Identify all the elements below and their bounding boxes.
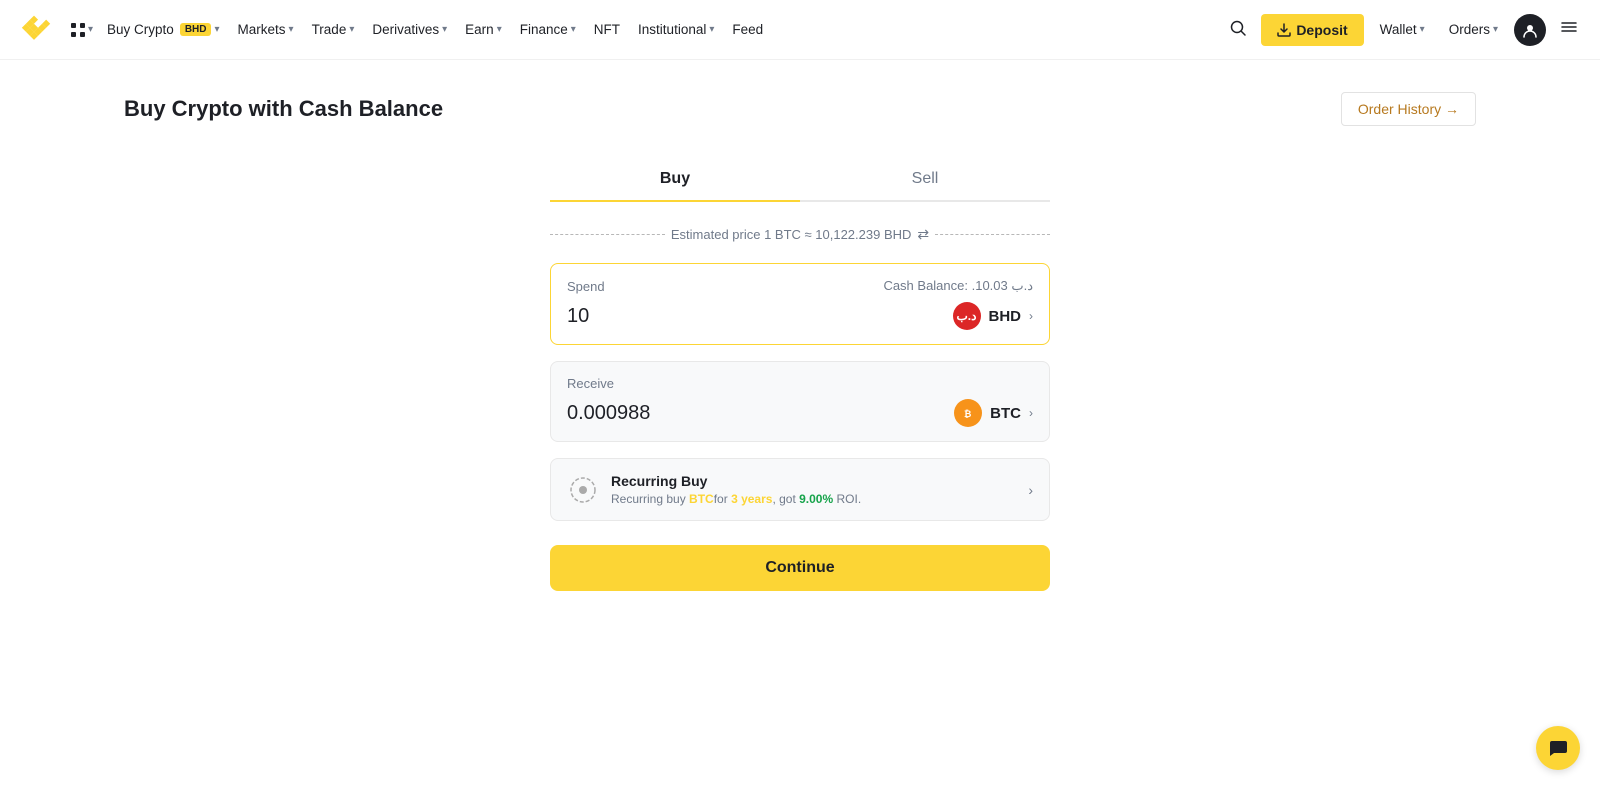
page-title: Buy Crypto with Cash Balance <box>124 96 443 122</box>
dashed-line-right <box>935 234 1050 235</box>
nav-feed[interactable]: Feed <box>724 16 771 43</box>
dashed-line-left <box>550 234 665 235</box>
cash-balance-label: Cash Balance: .10.03 د.ب <box>883 278 1033 294</box>
nav-items: Buy Crypto BHD ▾ Markets ▾ Trade ▾ Deriv… <box>99 16 1223 43</box>
nav-finance[interactable]: Finance ▾ <box>512 16 584 43</box>
nav-nft[interactable]: NFT <box>586 16 628 43</box>
tab-buy[interactable]: Buy <box>550 158 800 202</box>
spend-currency-name: BHD <box>989 308 1022 325</box>
continue-button[interactable]: Continue <box>550 545 1050 591</box>
deposit-button[interactable]: Deposit <box>1261 14 1363 46</box>
nav-earn[interactable]: Earn ▾ <box>457 16 510 43</box>
receive-box: Receive 0.000988 ₿ BTC › <box>550 361 1050 442</box>
receive-amount: 0.000988 <box>567 402 650 425</box>
nav-wallet[interactable]: Wallet ▾ <box>1372 16 1433 43</box>
buy-sell-tabs: Buy Sell <box>550 158 1050 202</box>
recurring-chevron-icon: › <box>1028 482 1033 498</box>
chat-button[interactable] <box>1536 726 1580 770</box>
recurring-icon <box>567 474 599 506</box>
nav-buy-crypto[interactable]: Buy Crypto BHD ▾ <box>99 16 227 43</box>
form-container: Buy Sell Estimated price 1 BTC ≈ 10,122.… <box>550 158 1050 591</box>
recurring-title: Recurring Buy <box>611 473 861 489</box>
search-button[interactable] <box>1223 13 1253 46</box>
estimated-price-row: Estimated price 1 BTC ≈ 10,122.239 BHD ⇄ <box>550 226 1050 243</box>
tab-sell[interactable]: Sell <box>800 158 1050 202</box>
nav-orders[interactable]: Orders ▾ <box>1441 16 1506 43</box>
receive-currency-chevron: › <box>1029 406 1033 420</box>
receive-currency-name: BTC <box>990 405 1021 422</box>
spend-currency-selector[interactable]: د.ب BHD › <box>953 302 1034 330</box>
btc-icon: ₿ <box>954 399 982 427</box>
spend-amount-input[interactable] <box>567 305 767 328</box>
spend-label: Spend <box>567 279 605 294</box>
hamburger-menu[interactable] <box>1554 12 1584 47</box>
receive-label: Receive <box>567 376 1033 391</box>
order-history-button[interactable]: Order History → <box>1341 92 1476 126</box>
spend-input-box: Spend Cash Balance: .10.03 د.ب د.ب BHD › <box>550 263 1050 345</box>
logo[interactable] <box>16 12 52 48</box>
nav-right: Deposit Wallet ▾ Orders ▾ <box>1223 12 1584 47</box>
user-avatar[interactable] <box>1514 14 1546 46</box>
apps-button[interactable]: ▾ <box>64 18 99 42</box>
nav-markets[interactable]: Markets ▾ <box>230 16 302 43</box>
nav-institutional[interactable]: Institutional ▾ <box>630 16 722 43</box>
page-header: Buy Crypto with Cash Balance Order Histo… <box>124 92 1476 126</box>
refresh-icon[interactable]: ⇄ <box>917 226 929 243</box>
spend-currency-chevron: › <box>1029 309 1033 323</box>
nav-derivatives[interactable]: Derivatives ▾ <box>364 16 455 43</box>
navbar: ▾ Buy Crypto BHD ▾ Markets ▾ Trade ▾ Der… <box>0 0 1600 60</box>
bhd-icon: د.ب <box>953 302 981 330</box>
page-content: Buy Crypto with Cash Balance Order Histo… <box>100 60 1500 623</box>
receive-currency-selector[interactable]: ₿ BTC › <box>954 399 1033 427</box>
recurring-desc: Recurring buy BTCfor 3 years, got 9.00% … <box>611 492 861 506</box>
svg-text:₿: ₿ <box>964 409 971 419</box>
nav-trade[interactable]: Trade ▾ <box>304 16 363 43</box>
recurring-buy-box[interactable]: Recurring Buy Recurring buy BTCfor 3 yea… <box>550 458 1050 521</box>
